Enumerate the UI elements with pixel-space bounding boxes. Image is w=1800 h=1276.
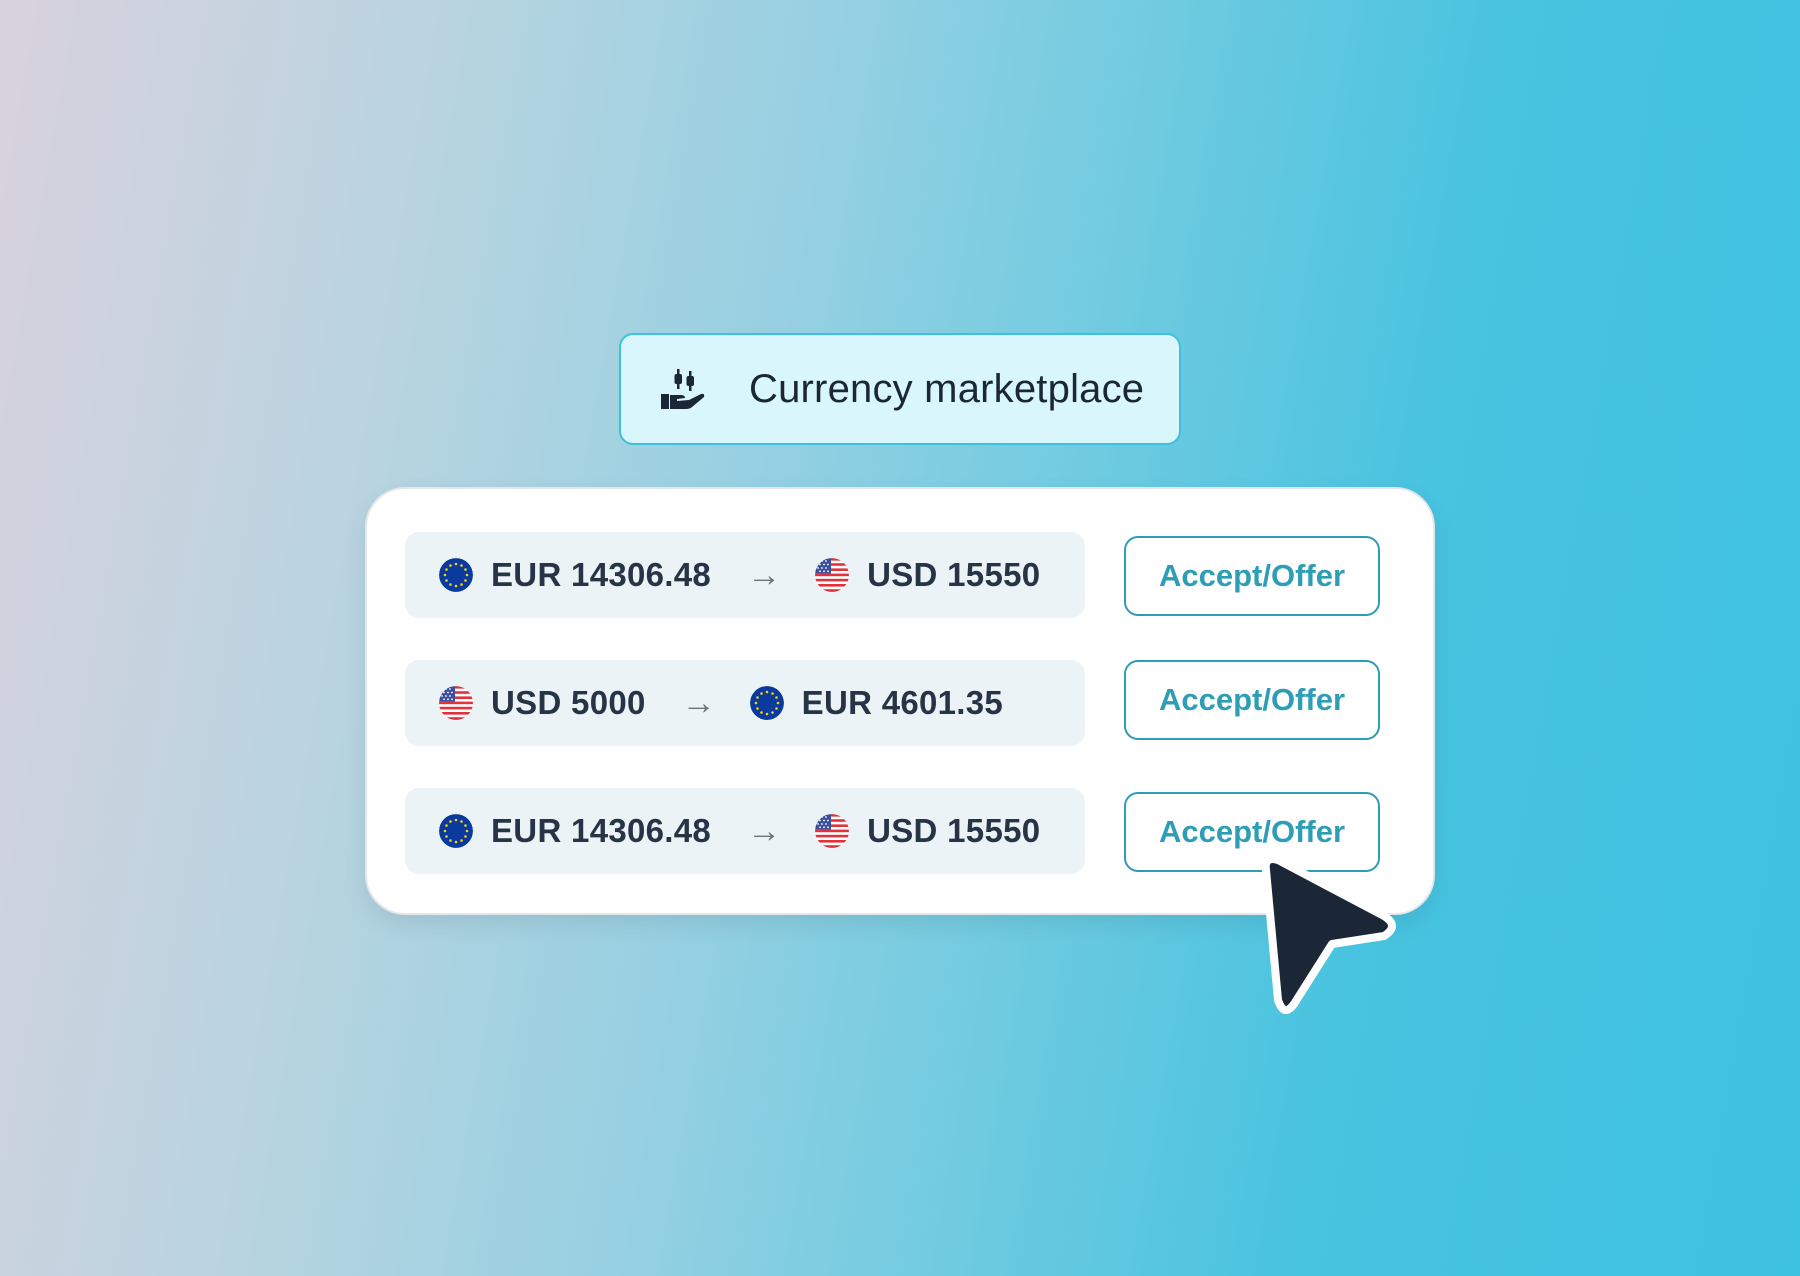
arrow-right-icon: → xyxy=(747,555,782,594)
from-amount: USD 5000 xyxy=(491,684,646,721)
us-flag-icon xyxy=(815,814,849,848)
us-flag-icon xyxy=(439,686,473,720)
currency-marketplace-header: Currency marketplace xyxy=(619,333,1181,445)
to-amount: EUR 4601.35 xyxy=(801,684,1004,721)
eu-flag-icon xyxy=(439,558,473,592)
to-amount: USD 15550 xyxy=(867,556,1041,593)
hand-candlestick-icon xyxy=(661,369,705,409)
page-title: Currency marketplace xyxy=(749,366,1145,411)
us-flag-icon xyxy=(815,558,849,592)
accept-offer-button[interactable]: Accept/Offer xyxy=(1124,660,1380,740)
from-amount: EUR 14306.48 xyxy=(491,812,712,849)
offer-row: EUR 14306.48 → USD 15550 xyxy=(405,788,1085,874)
arrow-right-icon: → xyxy=(747,811,782,850)
offer-row: EUR 14306.48 → USD 15550 xyxy=(405,532,1085,618)
mouse-cursor-icon xyxy=(1261,855,1396,1014)
eu-flag-icon xyxy=(439,814,473,848)
eu-flag-icon xyxy=(750,686,784,720)
to-amount: USD 15550 xyxy=(867,812,1041,849)
accept-offer-button[interactable]: Accept/Offer xyxy=(1124,536,1380,616)
arrow-right-icon: → xyxy=(681,683,716,722)
from-amount: EUR 14306.48 xyxy=(491,556,712,593)
offer-row: USD 5000 → EUR 4601.35 xyxy=(405,660,1085,746)
